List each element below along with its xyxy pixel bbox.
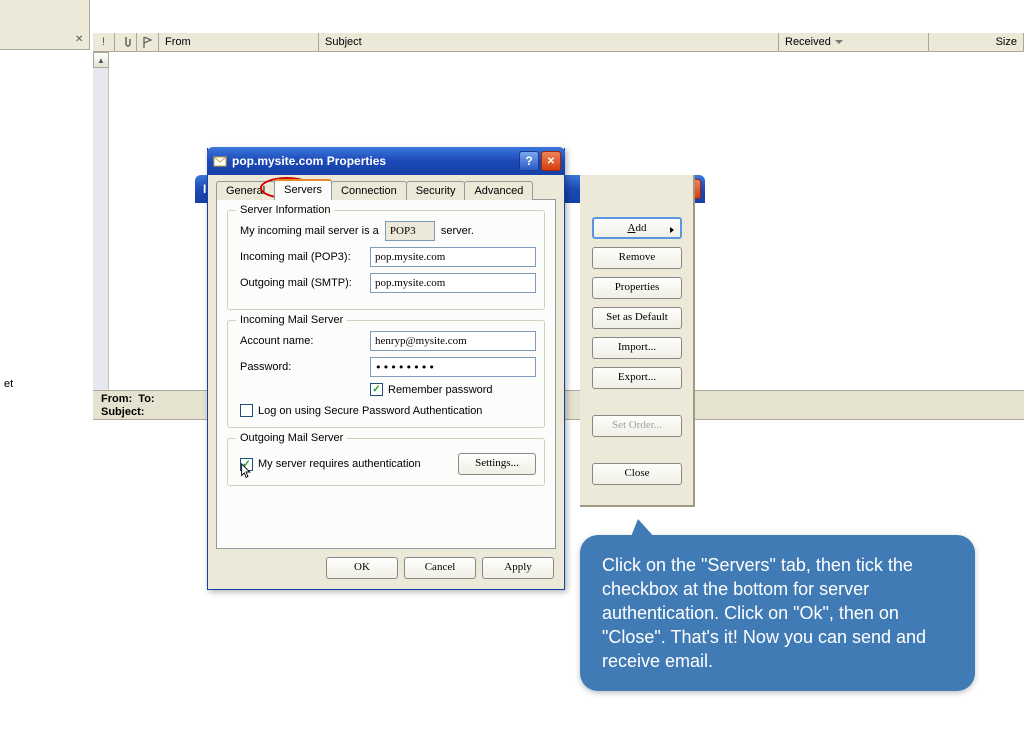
column-from[interactable]: From: [159, 33, 319, 51]
remember-password-label: Remember password: [388, 384, 493, 396]
incoming-mail-server-group: Incoming Mail Server Account name: Passw…: [227, 320, 545, 428]
properties-button[interactable]: Properties: [592, 277, 682, 299]
remember-password-checkbox[interactable]: ✓: [370, 383, 383, 396]
message-list-header: ! From Subject Received Size: [93, 32, 1024, 52]
tab-advanced[interactable]: Advanced: [464, 181, 533, 200]
outgoing-mail-label: Outgoing mail (SMTP):: [240, 277, 370, 289]
outgoing-mail-field[interactable]: [370, 273, 536, 293]
server-auth-label: My server requires authentication: [258, 458, 421, 470]
properties-titlebar[interactable]: pop.mysite.com Properties ? ✕: [207, 147, 565, 175]
group-title: Server Information: [236, 204, 334, 216]
incoming-type-label: My incoming mail server is a: [240, 225, 379, 237]
mail-account-icon: [213, 154, 227, 168]
ok-button[interactable]: OK: [326, 557, 398, 579]
servers-tab-page: Server Information My incoming mail serv…: [216, 199, 556, 549]
column-size[interactable]: Size: [929, 33, 1024, 51]
set-order-button: Set Order...: [592, 415, 682, 437]
accounts-buttons-panel: Add Remove Properties Set as Default Imp…: [580, 175, 695, 507]
group-title: Outgoing Mail Server: [236, 432, 347, 444]
column-subject[interactable]: Subject: [319, 33, 779, 51]
export-button[interactable]: Export...: [592, 367, 682, 389]
dialog-title: pop.mysite.com Properties: [232, 154, 386, 168]
attachment-column-icon[interactable]: [115, 33, 137, 51]
truncated-label: et: [4, 378, 13, 390]
import-button[interactable]: Import...: [592, 337, 682, 359]
tab-strip: General Servers Connection Security Adva…: [208, 175, 564, 200]
flag-column-icon[interactable]: [137, 33, 159, 51]
password-field[interactable]: [370, 357, 536, 377]
dialog-help-button[interactable]: ?: [519, 151, 539, 171]
folder-pane-stub: ✕: [0, 0, 90, 50]
server-suffix-label: server.: [441, 225, 474, 237]
spa-checkbox[interactable]: [240, 404, 253, 417]
incoming-mail-label: Incoming mail (POP3):: [240, 251, 370, 263]
add-button[interactable]: Add: [592, 217, 682, 239]
password-label: Password:: [240, 361, 370, 373]
settings-button[interactable]: Settings...: [458, 453, 536, 475]
tab-security[interactable]: Security: [406, 181, 466, 200]
sort-desc-icon: [835, 40, 843, 44]
instruction-callout: Click on the "Servers" tab, then tick th…: [580, 535, 975, 691]
spa-label: Log on using Secure Password Authenticat…: [258, 405, 482, 417]
apply-button[interactable]: Apply: [482, 557, 554, 579]
tab-servers[interactable]: Servers: [274, 179, 332, 200]
close-accounts-button[interactable]: Close: [592, 463, 682, 485]
tab-connection[interactable]: Connection: [331, 181, 407, 200]
cancel-button[interactable]: Cancel: [404, 557, 476, 579]
remove-button[interactable]: Remove: [592, 247, 682, 269]
incoming-mail-field[interactable]: [370, 247, 536, 267]
dialog-button-row: OK Cancel Apply: [208, 557, 564, 589]
server-information-group: Server Information My incoming mail serv…: [227, 210, 545, 310]
set-default-button[interactable]: Set as Default: [592, 307, 682, 329]
close-icon[interactable]: ✕: [75, 34, 85, 44]
scroll-up-button[interactable]: ▲: [93, 52, 109, 68]
cursor-icon: [240, 463, 254, 481]
account-name-label: Account name:: [240, 335, 370, 347]
dialog-close-button[interactable]: ✕: [541, 151, 561, 171]
account-name-field[interactable]: [370, 331, 536, 351]
outgoing-mail-server-group: Outgoing Mail Server ✓ My server require…: [227, 438, 545, 486]
group-title: Incoming Mail Server: [236, 314, 347, 326]
incoming-type-field: [385, 221, 435, 241]
properties-dialog: pop.mysite.com Properties ? ✕ General Se…: [207, 148, 565, 590]
tab-general[interactable]: General: [216, 181, 275, 200]
column-received[interactable]: Received: [779, 33, 929, 51]
priority-column-icon[interactable]: !: [93, 33, 115, 51]
vertical-scrollbar[interactable]: ▲: [93, 52, 109, 390]
